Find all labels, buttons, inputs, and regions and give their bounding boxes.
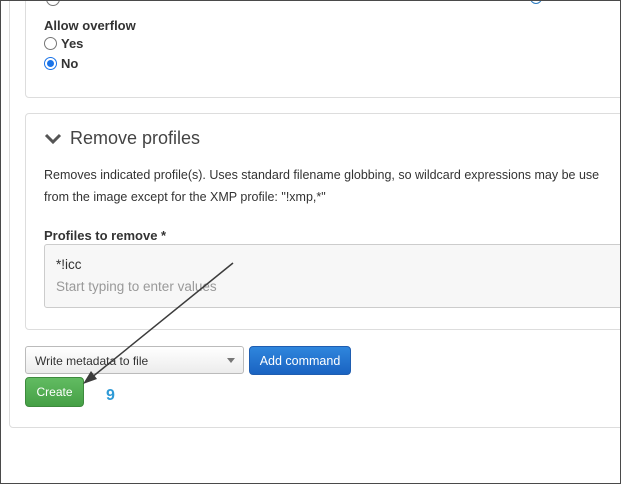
remove-profiles-description: Removes indicated profile(s). Uses stand… (44, 164, 620, 208)
add-command-button[interactable]: Add command (249, 346, 351, 375)
screenshot-frame: Allow overflow Yes No Remove profiles Re… (0, 0, 621, 484)
remove-profiles-header[interactable]: Remove profiles (44, 128, 200, 149)
remove-profiles-title: Remove profiles (70, 128, 201, 148)
create-button[interactable]: Create (25, 377, 84, 407)
step-number-annotation: 9 (106, 387, 115, 404)
radio-yes-label: Yes (61, 36, 84, 51)
caret-down-icon (227, 358, 235, 363)
radio-no-circle[interactable] (44, 57, 57, 70)
allow-overflow-label: Allow overflow (44, 18, 136, 33)
partial-radio-top[interactable] (46, 1, 60, 6)
radio-no-label: No (61, 56, 79, 71)
description-line-1: Removes indicated profile(s). Uses stand… (44, 168, 600, 182)
chevron-down-icon[interactable] (44, 132, 62, 146)
profiles-to-remove-label: Profiles to remove * (44, 228, 167, 243)
command-select[interactable]: Write metadata to file (25, 346, 244, 374)
radio-option-yes[interactable]: Yes (44, 36, 83, 51)
partial-info-icon[interactable] (530, 1, 542, 4)
profiles-tag-input[interactable]: *!icc Start typing to enter values (44, 244, 620, 308)
profiles-input-placeholder[interactable]: Start typing to enter values (56, 279, 217, 294)
radio-option-no[interactable]: No (44, 56, 78, 71)
description-line-2: from the image except for the XMP profil… (44, 190, 326, 204)
radio-yes-circle[interactable] (44, 37, 57, 50)
command-select-value: Write metadata to file (35, 354, 149, 368)
allow-overflow-panel: Allow overflow Yes No (25, 1, 620, 98)
profile-tag-value: *!icc (56, 257, 82, 272)
remove-profiles-panel: Remove profiles Removes indicated profil… (25, 113, 620, 330)
